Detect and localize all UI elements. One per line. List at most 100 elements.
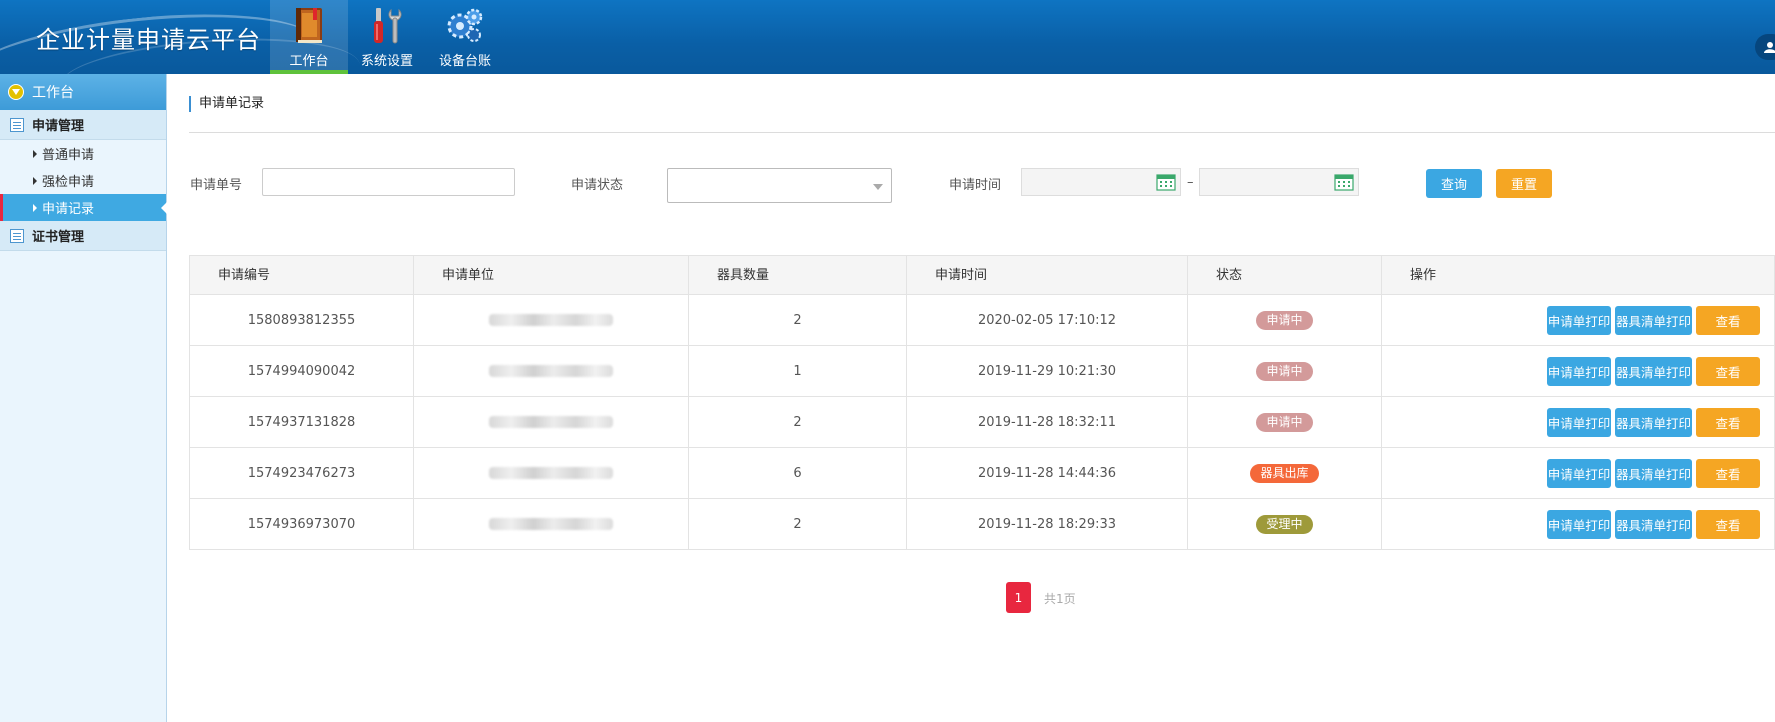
page-title: 申请单记录 <box>189 96 264 112</box>
status-badge: 受理中 <box>1256 514 1313 534</box>
equipment-quantity: 1 <box>793 363 802 379</box>
cell-unit <box>414 295 689 345</box>
cell-status: 器具出库 <box>1188 448 1382 498</box>
table-row: 1580893812355 2 2020-02-05 17:10:12 申请中 申请单打… <box>190 295 1774 346</box>
print-equipment-list-button[interactable]: 器具清单打印 <box>1615 407 1692 437</box>
nav-label: 工作台 <box>289 54 329 69</box>
sidebar-group-application-management[interactable]: 申请管理 <box>0 110 166 140</box>
column-header-actions: 操作 <box>1410 268 1437 283</box>
calendar-icon[interactable] <box>1156 174 1176 191</box>
cell-actions: 申请单打印 器具清单打印 查看 <box>1382 499 1774 549</box>
sidebar: 工作台 申请管理 普通申请 强检申请 申请记录 证书管理 <box>0 74 167 722</box>
view-button[interactable]: 查看 <box>1696 356 1760 386</box>
application-id: 1574936973070 <box>247 516 356 532</box>
redacted-unit-name <box>489 518 613 530</box>
gears-icon <box>447 8 483 42</box>
table-row: 1574994090042 1 2019-11-29 10:21:30 申请中 申请单打… <box>190 346 1774 397</box>
cell-actions: 申请单打印 器具清单打印 查看 <box>1382 448 1774 498</box>
application-number-input[interactable] <box>262 168 515 196</box>
sidebar-group-certificate-management[interactable]: 证书管理 <box>0 221 166 251</box>
cell-status: 申请中 <box>1188 397 1382 447</box>
print-form-button[interactable]: 申请单打印 <box>1547 305 1611 335</box>
application-time: 2020-02-05 17:10:12 <box>977 312 1117 328</box>
column-header-time: 申请时间 <box>907 256 1188 295</box>
reset-button[interactable]: 重置 <box>1496 169 1552 198</box>
nav-item-equipment-ledger[interactable]: 设备台账 <box>426 0 504 74</box>
filter-time-label: 申请时间 <box>949 178 1002 193</box>
cell-time: 2019-11-28 18:29:33 <box>907 499 1188 549</box>
view-button[interactable]: 查看 <box>1696 458 1760 488</box>
print-form-button[interactable]: 申请单打印 <box>1547 356 1611 386</box>
print-equipment-list-button[interactable]: 器具清单打印 <box>1615 458 1692 488</box>
pagination-total: 共1页 <box>1044 592 1076 606</box>
status-badge: 申请中 <box>1256 310 1313 330</box>
cell-time: 2019-11-28 14:44:36 <box>907 448 1188 498</box>
table-row: 1574937131828 2 2019-11-28 18:32:11 申请中 申请单打… <box>190 397 1774 448</box>
filter-number-label: 申请单号 <box>190 178 243 193</box>
cell-quantity: 2 <box>689 295 907 345</box>
cell-unit <box>414 499 689 549</box>
print-equipment-list-button[interactable]: 器具清单打印 <box>1615 305 1692 335</box>
date-to-input[interactable] <box>1199 168 1359 196</box>
application-status-select[interactable] <box>667 168 892 203</box>
view-button[interactable]: 查看 <box>1696 305 1760 335</box>
user-icon <box>1764 42 1775 53</box>
cell-status: 申请中 <box>1188 295 1382 345</box>
view-button[interactable]: 查看 <box>1696 407 1760 437</box>
cell-id: 1574923476273 <box>190 448 414 498</box>
print-form-button[interactable]: 申请单打印 <box>1547 458 1611 488</box>
column-header-quantity: 器具数量 <box>689 256 907 295</box>
sidebar-item-normal-application[interactable]: 普通申请 <box>0 140 166 167</box>
nav-item-system-settings[interactable]: 系统设置 <box>348 0 426 74</box>
cell-actions: 申请单打印 器具清单打印 查看 <box>1382 295 1774 345</box>
cell-unit <box>414 346 689 396</box>
document-list-icon <box>10 117 24 132</box>
caret-right-icon <box>33 176 37 185</box>
nav-item-workbench[interactable]: 工作台 <box>270 0 348 74</box>
view-button[interactable]: 查看 <box>1696 509 1760 539</box>
date-from-input[interactable] <box>1021 168 1181 196</box>
sidebar-item-label: 强检申请 <box>42 175 95 190</box>
sidebar-group-label: 证书管理 <box>32 230 85 245</box>
cell-status: 申请中 <box>1188 346 1382 396</box>
top-header: 企业计量申请云平台 工作台 系统设置 设备台账 <box>0 0 1775 74</box>
date-range-dash: – <box>1187 175 1194 190</box>
cell-status: 受理中 <box>1188 499 1382 549</box>
cell-time: 2019-11-28 18:32:11 <box>907 397 1188 447</box>
print-equipment-list-button[interactable]: 器具清单打印 <box>1615 509 1692 539</box>
cell-time: 2019-11-29 10:21:30 <box>907 346 1188 396</box>
status-badge: 申请中 <box>1256 361 1313 381</box>
cell-quantity: 1 <box>689 346 907 396</box>
cell-time: 2020-02-05 17:10:12 <box>907 295 1188 345</box>
print-form-button[interactable]: 申请单打印 <box>1547 407 1611 437</box>
query-button[interactable]: 查询 <box>1426 169 1482 198</box>
application-time: 2019-11-28 18:29:33 <box>977 516 1117 532</box>
status-badge: 申请中 <box>1256 412 1313 432</box>
nav-label: 设备台账 <box>438 54 491 69</box>
cell-id: 1580893812355 <box>190 295 414 345</box>
sidebar-root-label: 工作台 <box>32 85 74 101</box>
main-content: 申请单记录 申请单号 申请状态 申请时间 – 查询 重置 申请编号 申请单位 器… <box>168 74 1775 722</box>
cell-unit <box>414 448 689 498</box>
sidebar-item-mandatory-inspection[interactable]: 强检申请 <box>0 167 166 194</box>
title-divider <box>189 132 1775 133</box>
chevron-down-icon <box>873 184 883 190</box>
print-form-button[interactable]: 申请单打印 <box>1547 509 1611 539</box>
user-menu-button[interactable] <box>1755 34 1775 60</box>
sidebar-item-label: 普通申请 <box>42 148 95 163</box>
cell-actions: 申请单打印 器具清单打印 查看 <box>1382 346 1774 396</box>
sidebar-root-workbench[interactable]: 工作台 <box>0 74 166 110</box>
app-title: 企业计量申请云平台 <box>36 26 261 54</box>
print-equipment-list-button[interactable]: 器具清单打印 <box>1615 356 1692 386</box>
equipment-quantity: 2 <box>793 312 802 328</box>
table-header: 申请编号 申请单位 器具数量 申请时间 状态 操作 <box>190 256 1774 295</box>
tools-icon <box>374 8 402 44</box>
cell-quantity: 2 <box>689 499 907 549</box>
application-id: 1574994090042 <box>247 363 356 379</box>
calendar-icon[interactable] <box>1334 174 1354 191</box>
sidebar-item-label: 申请记录 <box>42 202 95 217</box>
pagination-page-1[interactable]: 1 <box>1006 582 1031 613</box>
sidebar-item-application-records[interactable]: 申请记录 <box>0 194 167 221</box>
records-table: 申请编号 申请单位 器具数量 申请时间 状态 操作 1580893812355 2… <box>189 255 1775 550</box>
cell-id: 1574994090042 <box>190 346 414 396</box>
